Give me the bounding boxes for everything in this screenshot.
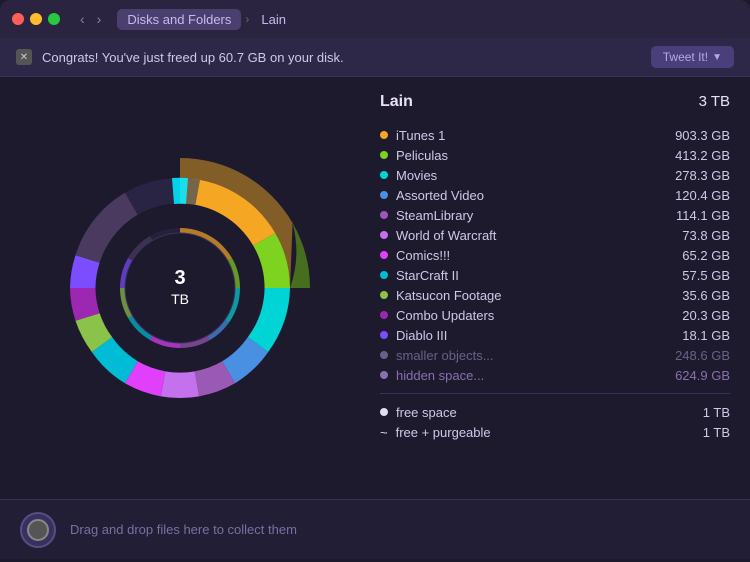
item-name: World of Warcraft xyxy=(396,228,660,243)
item-size: 413.2 GB xyxy=(660,148,730,163)
svg-text:TB: TB xyxy=(171,291,189,307)
item-color-dot xyxy=(380,311,388,319)
item-size: 65.2 GB xyxy=(660,248,730,263)
free-dot xyxy=(380,408,388,416)
right-panel: Lain 3 TB iTunes 1 903.3 GB Peliculas 41… xyxy=(360,77,750,499)
list-item[interactable]: Combo Updaters 20.3 GB xyxy=(380,305,730,325)
notification-text: Congrats! You've just freed up 60.7 GB o… xyxy=(42,50,651,65)
disk-chart: 3 TB xyxy=(40,148,320,428)
list-item[interactable]: Comics!!! 65.2 GB xyxy=(380,245,730,265)
maximize-button[interactable] xyxy=(48,13,60,25)
breadcrumb: Disks and Folders › Lain xyxy=(117,9,294,30)
item-color-dot xyxy=(380,171,388,179)
chart-area: 3 TB xyxy=(0,77,360,499)
item-size: 73.8 GB xyxy=(660,228,730,243)
titlebar: ‹ › Disks and Folders › Lain xyxy=(0,0,750,38)
collect-icon xyxy=(20,512,56,548)
list-item[interactable]: StarCraft II 57.5 GB xyxy=(380,265,730,285)
nav-arrows: ‹ › xyxy=(76,9,105,29)
tweet-button[interactable]: Tweet It! ▼ xyxy=(651,46,734,68)
drop-text: Drag and drop files here to collect them xyxy=(70,522,297,537)
item-name: Peliculas xyxy=(396,148,660,163)
item-name: Katsucon Footage xyxy=(396,288,660,303)
item-name: hidden space... xyxy=(396,368,660,383)
item-name: Combo Updaters xyxy=(396,308,660,323)
tweet-arrow-icon: ▼ xyxy=(712,52,722,63)
notification-close-button[interactable]: ✕ xyxy=(16,49,32,65)
drive-total-size: 3 TB xyxy=(699,93,730,110)
item-name: smaller objects... xyxy=(396,348,660,363)
drive-header: Lain 3 TB xyxy=(380,93,730,111)
item-color-dot xyxy=(380,351,388,359)
item-color-dot xyxy=(380,151,388,159)
free-space-row: free space 1 TB xyxy=(380,402,730,422)
list-item[interactable]: Assorted Video 120.4 GB xyxy=(380,185,730,205)
list-item[interactable]: World of Warcraft 73.8 GB xyxy=(380,225,730,245)
tilde-icon: ~ xyxy=(380,425,388,440)
list-item[interactable]: SteamLibrary 114.1 GB xyxy=(380,205,730,225)
collect-inner-icon xyxy=(27,519,49,541)
free-space-list: free space 1 TB ~ free + purgeable 1 TB xyxy=(380,402,730,442)
notification-bar: ✕ Congrats! You've just freed up 60.7 GB… xyxy=(0,38,750,77)
purgeable-row: ~ free + purgeable 1 TB xyxy=(380,422,730,442)
item-size: 624.9 GB xyxy=(660,368,730,383)
list-divider xyxy=(380,393,730,394)
item-name: Assorted Video xyxy=(396,188,660,203)
item-color-dot xyxy=(380,211,388,219)
breadcrumb-current: Lain xyxy=(253,9,294,30)
minimize-button[interactable] xyxy=(30,13,42,25)
breadcrumb-separator: › xyxy=(245,12,249,26)
item-color-dot xyxy=(380,251,388,259)
item-name: SteamLibrary xyxy=(396,208,660,223)
item-color-dot xyxy=(380,271,388,279)
item-name: Comics!!! xyxy=(396,248,660,263)
item-color-dot xyxy=(380,191,388,199)
item-color-dot xyxy=(380,131,388,139)
item-color-dot xyxy=(380,231,388,239)
item-name: Diablo III xyxy=(396,328,660,343)
item-name: iTunes 1 xyxy=(396,128,660,143)
item-size: 903.3 GB xyxy=(660,128,730,143)
drive-name: Lain xyxy=(380,93,413,111)
item-size: 248.6 GB xyxy=(660,348,730,363)
list-item[interactable]: Diablo III 18.1 GB xyxy=(380,325,730,345)
list-item[interactable]: iTunes 1 903.3 GB xyxy=(380,125,730,145)
close-button[interactable] xyxy=(12,13,24,25)
item-color-dot xyxy=(380,371,388,379)
item-color-dot xyxy=(380,291,388,299)
item-size: 57.5 GB xyxy=(660,268,730,283)
free-space-size: 1 TB xyxy=(660,405,730,420)
item-size: 120.4 GB xyxy=(660,188,730,203)
free-space-label: free space xyxy=(396,405,660,420)
item-size: 278.3 GB xyxy=(660,168,730,183)
tweet-label: Tweet It! xyxy=(663,50,708,64)
item-name: Movies xyxy=(396,168,660,183)
traffic-lights xyxy=(12,13,60,25)
list-item[interactable]: Peliculas 413.2 GB xyxy=(380,145,730,165)
list-item[interactable]: Movies 278.3 GB xyxy=(380,165,730,185)
forward-button[interactable]: › xyxy=(93,9,106,29)
back-button[interactable]: ‹ xyxy=(76,9,89,29)
item-size: 35.6 GB xyxy=(660,288,730,303)
item-color-dot xyxy=(380,331,388,339)
item-name: StarCraft II xyxy=(396,268,660,283)
item-size: 20.3 GB xyxy=(660,308,730,323)
item-size: 18.1 GB xyxy=(660,328,730,343)
list-item[interactable]: smaller objects... 248.6 GB xyxy=(380,345,730,365)
svg-text:3: 3 xyxy=(174,267,185,289)
breadcrumb-parent[interactable]: Disks and Folders xyxy=(117,9,241,30)
list-item[interactable]: Katsucon Footage 35.6 GB xyxy=(380,285,730,305)
bottom-bar: Drag and drop files here to collect them xyxy=(0,499,750,559)
purgeable-size: 1 TB xyxy=(660,425,730,440)
main-content: 3 TB Lain 3 TB iTunes 1 903.3 GB Pelicul… xyxy=(0,77,750,499)
item-size: 114.1 GB xyxy=(660,208,730,223)
list-item[interactable]: hidden space... 624.9 GB xyxy=(380,365,730,385)
purgeable-label: free + purgeable xyxy=(396,425,660,440)
item-list: iTunes 1 903.3 GB Peliculas 413.2 GB Mov… xyxy=(380,125,730,385)
